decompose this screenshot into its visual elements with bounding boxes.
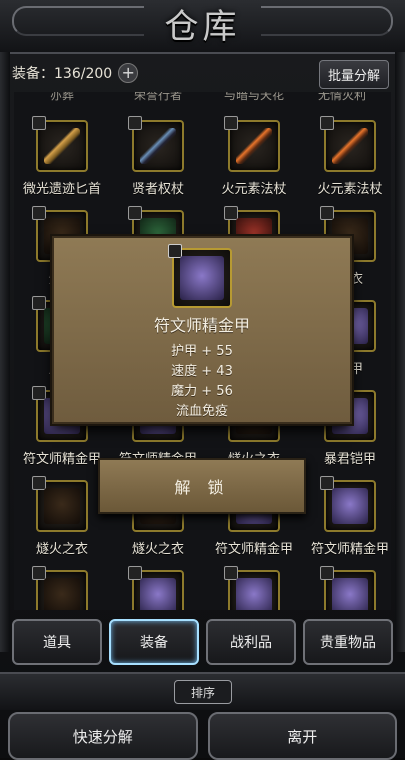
item-slot[interactable] <box>320 116 376 172</box>
item-slot[interactable] <box>32 566 88 610</box>
tab-valuables[interactable]: 贵重物品 <box>303 619 393 665</box>
armor-icon <box>140 578 176 610</box>
batch-dismantle-button[interactable]: 批量分解 <box>318 60 389 89</box>
item-cell[interactable] <box>206 566 302 610</box>
item-name: 符文师精金甲 <box>214 542 293 557</box>
item-cell[interactable] <box>14 566 110 610</box>
dagger-icon <box>44 128 80 164</box>
expand-capacity-button[interactable]: + <box>118 63 139 83</box>
popup-item-slot <box>168 244 232 308</box>
item-detail-popup: 符文师精金甲 护甲 + 55 速度 + 43 魔力 + 56 流血免疫 <box>52 236 352 424</box>
partial-name: 与暗与天花 <box>223 92 284 102</box>
item-name: 火元素法杖 <box>221 182 287 197</box>
item-slot[interactable] <box>128 116 184 172</box>
category-tabs: 道具 装备 战利品 贵重物品 <box>12 612 393 672</box>
scepter-icon <box>140 128 176 164</box>
item-cell[interactable]: 火元素法杖 <box>206 116 302 197</box>
bottom-actions: 快速分解 离开 <box>0 712 405 760</box>
item-cell[interactable]: 火元素法杖 <box>302 116 391 197</box>
window-title: 仓库 <box>164 6 241 47</box>
tab-items[interactable]: 道具 <box>12 619 102 665</box>
stat-line: 流血免疫 <box>175 404 228 419</box>
item-name: 微光遗迹匕首 <box>22 182 101 197</box>
tab-loot[interactable]: 战利品 <box>206 619 296 665</box>
armor-icon <box>236 578 272 610</box>
item-cell[interactable] <box>110 566 206 610</box>
header-bar: 装备：136/200 + 批量分解 <box>12 58 393 89</box>
fire-staff-icon <box>332 128 368 164</box>
armor-icon <box>332 578 368 610</box>
partial-name: 无情灭利 <box>317 92 366 102</box>
item-name: 燧火之衣 <box>35 542 88 557</box>
top-ornament: 仓库 <box>0 0 405 54</box>
item-name: 火元素法杖 <box>317 182 383 197</box>
stat-line: 速度 + 43 <box>171 364 233 379</box>
popup-item-name: 符文师精金甲 <box>153 316 250 335</box>
quick-dismantle-button[interactable]: 快速分解 <box>8 712 198 760</box>
item-slot[interactable] <box>320 566 376 610</box>
item-slot[interactable] <box>320 476 376 532</box>
item-cell[interactable] <box>302 566 391 610</box>
item-slot[interactable] <box>224 566 280 610</box>
cloak-icon <box>44 578 80 610</box>
item-slot[interactable] <box>128 566 184 610</box>
stat-line: 护甲 + 55 <box>171 344 233 359</box>
unlock-button[interactable]: 解 锁 <box>98 458 306 514</box>
popup-stats: 护甲 + 55 速度 + 43 魔力 + 56 流血免疫 <box>54 342 350 422</box>
partial-name: 亦葬 <box>49 92 74 102</box>
item-name: 贤者权杖 <box>131 182 184 197</box>
item-slot[interactable] <box>32 116 88 172</box>
armor-icon <box>332 488 368 524</box>
fire-staff-icon <box>236 128 272 164</box>
armor-icon <box>180 256 224 300</box>
cloak-icon <box>44 488 80 524</box>
item-slot[interactable] <box>224 116 280 172</box>
capacity-label: 装备：136/200 <box>12 66 113 82</box>
stat-line: 魔力 + 56 <box>171 384 233 399</box>
left-border <box>0 52 10 652</box>
grid-row: 微光遗迹匕首 贤者权杖 火元素法杖 火元素法杖 <box>14 116 391 210</box>
tab-equipment[interactable]: 装备 <box>109 619 199 665</box>
item-cell[interactable]: 燧火之衣 <box>14 476 110 557</box>
item-name: 暴君铠甲 <box>323 452 376 467</box>
leave-button[interactable]: 离开 <box>207 712 397 760</box>
right-border <box>395 52 405 652</box>
item-cell[interactable]: 微光遗迹匕首 <box>14 116 110 197</box>
partial-row-names: 亦葬 荣誉行者 与暗与天花 无情灭利 <box>14 92 391 102</box>
item-name: 符文师精金甲 <box>22 452 101 467</box>
item-slot[interactable] <box>32 476 88 532</box>
partial-name: 荣誉行者 <box>133 92 182 102</box>
item-name: 符文师精金甲 <box>310 542 389 557</box>
sort-button[interactable]: 排序 <box>174 680 232 704</box>
plus-icon: + <box>121 63 135 82</box>
item-cell[interactable]: 贤者权杖 <box>110 116 206 197</box>
item-cell[interactable]: 符文师精金甲 <box>302 476 391 557</box>
item-name: 燧火之衣 <box>131 542 184 557</box>
grid-row <box>14 566 391 610</box>
